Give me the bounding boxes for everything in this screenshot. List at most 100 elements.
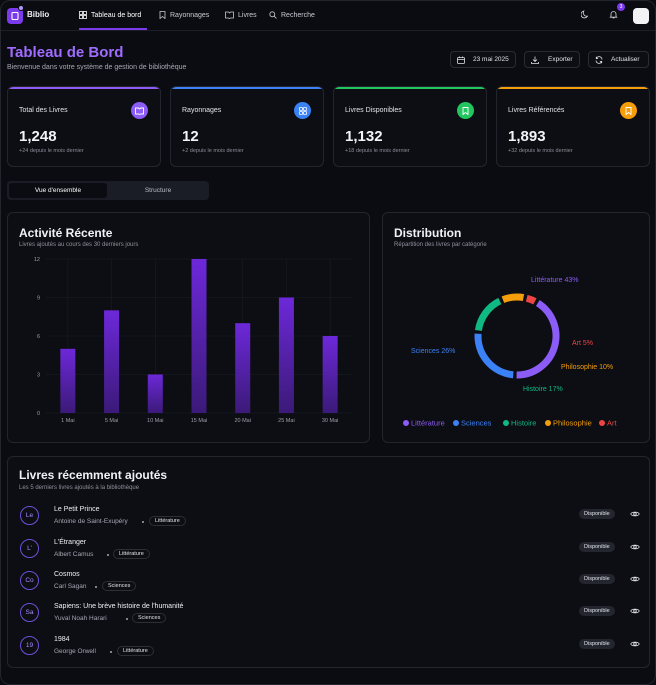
- theme-toggle-button[interactable]: [580, 10, 590, 21]
- legend-swatch: [403, 420, 409, 426]
- nav-label: Recherche: [281, 11, 315, 19]
- book-title: Cosmos: [54, 571, 80, 578]
- stat-accent-bar: [334, 87, 486, 89]
- y-tick-label: 9: [37, 296, 40, 302]
- stat-label: Total des Livres: [19, 107, 68, 114]
- stat-delta: +24 depuis le mois dernier: [19, 148, 84, 154]
- date-picker-button[interactable]: 23 mai 2025: [450, 51, 516, 68]
- donut-slice: [500, 292, 526, 305]
- category-badge: Littérature: [149, 516, 186, 526]
- nav-label: Livres: [238, 11, 257, 19]
- nav-item-rayonnages[interactable]: Rayonnages: [159, 11, 209, 19]
- stat-label: Livres Disponibles: [345, 107, 402, 114]
- bar: [104, 310, 120, 413]
- y-tick-label: 3: [37, 373, 40, 379]
- notification-badge: 3: [617, 3, 625, 11]
- legend-swatch: [545, 420, 551, 426]
- nav-item-recherche[interactable]: Recherche: [269, 11, 315, 19]
- separator-dot: [95, 586, 97, 588]
- page-title: Tableau de Bord: [7, 44, 124, 61]
- user-avatar[interactable]: [633, 8, 649, 24]
- status-badge: Disponible: [579, 574, 615, 584]
- nav-item-dashboard[interactable]: Tableau de bord: [79, 11, 141, 19]
- status-badge: Disponible: [579, 639, 615, 649]
- stat-value: 1,248: [19, 128, 57, 145]
- stat-label: Livres Référencés: [508, 107, 565, 114]
- book-author: Yuval Noah Harari: [54, 615, 107, 622]
- bookmark-icon: [159, 11, 166, 19]
- recent-subtitle: Les 5 derniers livres ajoutés à la bibli…: [19, 485, 140, 491]
- search-icon: [269, 11, 277, 19]
- page-subtitle: Bienvenue dans votre système de gestion …: [7, 64, 187, 71]
- category-badge: Sciences: [132, 613, 167, 623]
- separator-dot: [142, 521, 144, 523]
- app-window: Biblio Tableau de bord Rayonnages Livres…: [0, 0, 656, 685]
- eye-icon[interactable]: [630, 607, 640, 615]
- brand-name[interactable]: Biblio: [27, 10, 49, 19]
- export-button[interactable]: Exporter: [524, 51, 580, 68]
- grid-icon: [79, 11, 87, 19]
- active-nav-indicator: [79, 28, 147, 30]
- list-item[interactable]: Le Le Petit Prince Antoine de Saint-Exup…: [19, 503, 644, 529]
- stat-delta: +18 depuis le mois dernier: [345, 148, 410, 154]
- logo-dot: [18, 5, 24, 11]
- bar: [322, 336, 338, 413]
- grid-icon: [294, 102, 311, 119]
- list-item[interactable]: Co Cosmos Carl Sagan Sciences Disponible: [19, 568, 644, 594]
- nav-item-livres[interactable]: Livres: [225, 11, 257, 19]
- top-navbar: Biblio Tableau de bord Rayonnages Livres…: [1, 1, 655, 31]
- status-badge: Disponible: [579, 542, 615, 552]
- bar: [278, 297, 294, 413]
- book-author: George Orwell: [54, 648, 96, 655]
- distribution-title: Distribution: [394, 226, 462, 240]
- status-badge: Disponible: [579, 606, 615, 616]
- donut-slice: [524, 293, 538, 306]
- stat-card-disponibles: Livres Disponibles 1,132 +18 depuis le m…: [333, 86, 487, 167]
- stat-delta: +2 depuis le mois dernier: [182, 148, 244, 154]
- x-tick-label: 1 Mai: [61, 418, 74, 424]
- distribution-subtitle: Répartition des livres par catégorie: [394, 242, 487, 248]
- export-label: Exporter: [548, 56, 573, 63]
- download-icon: [531, 56, 539, 64]
- list-item[interactable]: Sa Sapiens: Une brève histoire de l'huma…: [19, 600, 644, 626]
- view-tabs: Vue d'ensemble Structure: [7, 181, 209, 200]
- activity-subtitle: Livres ajoutés au cours des 30 derniers …: [19, 242, 139, 248]
- bar: [147, 374, 163, 413]
- refresh-label: Actualiser: [611, 56, 640, 63]
- tab-structure[interactable]: Structure: [109, 183, 207, 198]
- book-icon: [131, 102, 148, 119]
- eye-icon[interactable]: [630, 510, 640, 518]
- tab-overview[interactable]: Vue d'ensemble: [9, 183, 107, 198]
- book-avatar: Le: [20, 506, 39, 525]
- stat-label: Rayonnages: [182, 107, 222, 114]
- donut-slice: [515, 298, 561, 380]
- recent-title: Livres récemment ajoutés: [19, 468, 168, 482]
- activity-card: Activité Récente Livres ajoutés au cours…: [7, 212, 370, 443]
- eye-icon[interactable]: [630, 575, 640, 583]
- book-author: Albert Camus: [54, 551, 94, 558]
- y-tick-label: 12: [34, 257, 40, 263]
- x-tick-label: 20 Mai: [234, 418, 251, 424]
- eye-icon[interactable]: [630, 543, 640, 551]
- slice-label: Histoire 17%: [523, 386, 563, 393]
- distribution-card: Distribution Répartition des livres par …: [382, 212, 650, 443]
- legend-label: Art: [607, 419, 618, 428]
- y-tick-label: 6: [37, 334, 40, 340]
- stat-card-rayonnages: Rayonnages 12 +2 depuis le mois dernier: [170, 86, 324, 167]
- stat-accent-bar: [8, 87, 160, 89]
- legend-label: Littérature: [411, 419, 445, 428]
- list-item[interactable]: L' L'Étranger Albert Camus Littérature D…: [19, 536, 644, 562]
- notifications-button[interactable]: [609, 10, 618, 21]
- slice-label: Art 5%: [572, 340, 593, 347]
- distribution-donut-chart: Littérature 43% Sciences 26% Histoire 17% P…: [403, 277, 618, 428]
- stat-value: 12: [182, 128, 199, 145]
- x-tick-label: 10 Mai: [147, 418, 164, 424]
- x-tick-label: 25 Mai: [278, 418, 295, 424]
- x-tick-label: 5 Mai: [105, 418, 118, 424]
- book-title: Le Petit Prince: [54, 506, 100, 513]
- recent-books-card: Livres récemment ajoutés Les 5 derniers …: [7, 456, 650, 668]
- refresh-button[interactable]: Actualiser: [588, 51, 649, 68]
- stat-card-references: Livres Référencés 1,893 +32 depuis le mo…: [496, 86, 650, 167]
- eye-icon[interactable]: [630, 640, 640, 648]
- list-item[interactable]: 19 1984 George Orwell Littérature Dispon…: [19, 633, 644, 659]
